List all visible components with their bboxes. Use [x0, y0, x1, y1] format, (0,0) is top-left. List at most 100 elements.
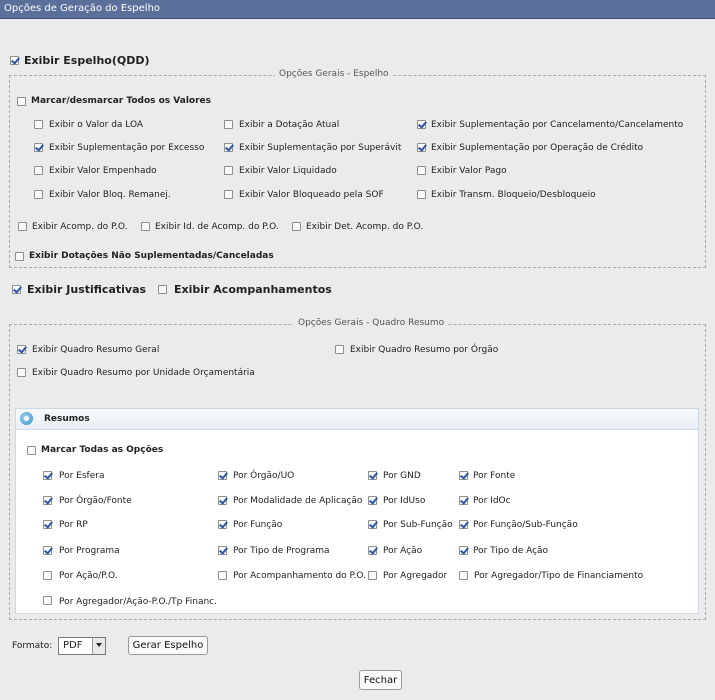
- valor-checkbox[interactable]: [34, 120, 43, 129]
- resumo-label: Por Função/Sub-Função: [473, 520, 578, 530]
- window-title: Opções de Geração do Espelho: [4, 3, 161, 14]
- resumo-checkbox[interactable]: [43, 496, 52, 505]
- valor-checkbox[interactable]: [34, 166, 43, 175]
- exibir-acompanhamentos-checkbox[interactable]: [158, 285, 167, 294]
- resumo-checkbox[interactable]: [368, 546, 377, 555]
- resumo-label: Por Função: [233, 520, 283, 530]
- resumo-checkbox[interactable]: [43, 571, 52, 580]
- resumo-checkbox[interactable]: [218, 546, 227, 555]
- dotacoes-nao-suplementadas-checkbox[interactable]: [15, 252, 24, 261]
- valor-checkbox[interactable]: [34, 143, 43, 152]
- formato-label: Formato:: [12, 641, 53, 651]
- chevron-down-icon[interactable]: [92, 638, 105, 654]
- resumo-label: Por Tipo de Ação: [473, 546, 549, 556]
- resumo-checkbox[interactable]: [368, 471, 377, 480]
- fechar-button[interactable]: Fechar: [359, 670, 402, 690]
- resumo-label: Por RP: [59, 520, 88, 530]
- resumos-panel-icon: [20, 412, 33, 425]
- valor-checkbox[interactable]: [417, 190, 426, 199]
- resumo-checkbox[interactable]: [368, 571, 377, 580]
- valor-checkbox[interactable]: [224, 120, 233, 129]
- quadro-resumo-uo-label: Exibir Quadro Resumo por Unidade Orçamen…: [32, 368, 255, 378]
- window-titlebar: Opções de Geração do Espelho: [0, 0, 715, 19]
- exibir-espelho-label: Exibir Espelho(QDD): [24, 54, 150, 67]
- exibir-justificativas-checkbox[interactable]: [12, 285, 21, 294]
- resumo-label: Por Órgão/UO: [233, 471, 295, 481]
- valor-label: Exibir Suplementação por Cancelamento/Ca…: [431, 120, 684, 130]
- resumo-label: Por Agregador/Tipo de Financiamento: [474, 571, 644, 581]
- valor-checkbox[interactable]: [417, 166, 426, 175]
- valor-label: Exibir Suplementação por Superávit: [239, 143, 402, 153]
- resumos-panel-header: Resumos: [16, 409, 698, 430]
- resumo-label: Por Agregador/Ação-P.O./Tp Financ.: [59, 597, 217, 607]
- det-acomp-po-checkbox[interactable]: [292, 222, 301, 231]
- formato-select[interactable]: PDF: [58, 637, 106, 655]
- quadro-resumo-geral-checkbox[interactable]: [17, 345, 26, 354]
- valor-label: Exibir Valor Bloqueado pela SOF: [239, 190, 384, 200]
- resumo-label: Por GND: [383, 471, 421, 481]
- acomp-po-label: Exibir Acomp. do P.O.: [32, 222, 128, 232]
- exibir-espelho-checkbox[interactable]: [10, 56, 19, 65]
- acomp-po-checkbox[interactable]: [18, 222, 27, 231]
- resumo-label: Por Programa: [59, 546, 120, 556]
- marcar-todas-opcoes-label: Marcar Todas as Opções: [41, 445, 164, 455]
- resumo-checkbox[interactable]: [218, 471, 227, 480]
- resumo-label: Por Agregador: [383, 571, 448, 581]
- resumo-checkbox[interactable]: [459, 496, 468, 505]
- valor-label: Exibir Valor Empenhado: [49, 166, 157, 176]
- marcar-todos-checkbox[interactable]: [17, 97, 26, 106]
- resumo-checkbox[interactable]: [459, 471, 468, 480]
- opcoes-gerais-espelho-legend: Opções Gerais - Espelho: [275, 69, 393, 79]
- resumo-checkbox[interactable]: [43, 546, 52, 555]
- valor-label: Exibir Suplementação por Operação de Cré…: [431, 143, 644, 153]
- valor-checkbox[interactable]: [224, 166, 233, 175]
- resumo-checkbox[interactable]: [459, 546, 468, 555]
- resumo-label: Por Tipo de Programa: [233, 546, 330, 556]
- exibir-acompanhamentos-label: Exibir Acompanhamentos: [174, 283, 332, 296]
- resumo-checkbox[interactable]: [218, 496, 227, 505]
- valor-label: Exibir Suplementação por Excesso: [49, 143, 205, 153]
- resumo-checkbox[interactable]: [43, 596, 52, 605]
- marcar-todos-label: Marcar/desmarcar Todos os Valores: [31, 96, 212, 106]
- resumo-label: Por Fonte: [473, 471, 516, 481]
- resumo-label: Por Órgão/Fonte: [59, 496, 132, 506]
- valor-label: Exibir a Dotação Atual: [239, 120, 340, 130]
- valor-checkbox[interactable]: [417, 143, 426, 152]
- valor-label: Exibir Valor Bloq. Remanej.: [49, 190, 171, 200]
- resumo-checkbox[interactable]: [43, 471, 52, 480]
- resumos-panel: Resumos: [15, 408, 699, 614]
- valor-label: Exibir o Valor da LOA: [49, 120, 144, 130]
- det-acomp-po-label: Exibir Det. Acomp. do P.O.: [306, 222, 424, 232]
- resumo-label: Por IdOc: [473, 496, 511, 506]
- resumo-checkbox[interactable]: [459, 520, 468, 529]
- gerar-espelho-button[interactable]: Gerar Espelho: [128, 636, 208, 655]
- marcar-todas-opcoes-checkbox[interactable]: [27, 446, 36, 455]
- formato-select-value: PDF: [63, 640, 83, 651]
- resumo-label: Por Esfera: [59, 471, 105, 481]
- valor-checkbox[interactable]: [417, 120, 426, 129]
- dotacoes-nao-suplementadas-label: Exibir Dotações Não Suplementadas/Cancel…: [29, 251, 274, 261]
- resumo-checkbox[interactable]: [368, 520, 377, 529]
- quadro-resumo-orgao-checkbox[interactable]: [335, 345, 344, 354]
- valor-label: Exibir Valor Liquidado: [239, 166, 337, 176]
- quadro-resumo-legend: Opções Gerais - Quadro Resumo: [294, 318, 449, 328]
- resumo-label: Por Modalidade de Aplicação: [233, 496, 363, 506]
- id-acomp-po-label: Exibir Id. de Acomp. do P.O.: [155, 222, 279, 232]
- valor-label: Exibir Transm. Bloqueio/Desbloqueio: [431, 190, 596, 200]
- resumo-checkbox[interactable]: [218, 571, 227, 580]
- exibir-justificativas-label: Exibir Justificativas: [27, 283, 147, 296]
- id-acomp-po-checkbox[interactable]: [141, 222, 150, 231]
- resumo-checkbox[interactable]: [218, 520, 227, 529]
- resumo-checkbox[interactable]: [43, 520, 52, 529]
- quadro-resumo-geral-label: Exibir Quadro Resumo Geral: [32, 345, 160, 355]
- valor-checkbox[interactable]: [34, 190, 43, 199]
- resumo-checkbox[interactable]: [459, 571, 468, 580]
- resumos-panel-title: Resumos: [44, 414, 90, 424]
- resumo-checkbox[interactable]: [368, 496, 377, 505]
- quadro-resumo-uo-checkbox[interactable]: [17, 368, 26, 377]
- valor-checkbox[interactable]: [224, 143, 233, 152]
- valor-checkbox[interactable]: [224, 190, 233, 199]
- resumo-label: Por IdUso: [383, 496, 426, 506]
- resumo-label: Por Sub-Função: [383, 520, 453, 530]
- resumo-label: Por Acompanhamento do P.O.: [233, 571, 366, 581]
